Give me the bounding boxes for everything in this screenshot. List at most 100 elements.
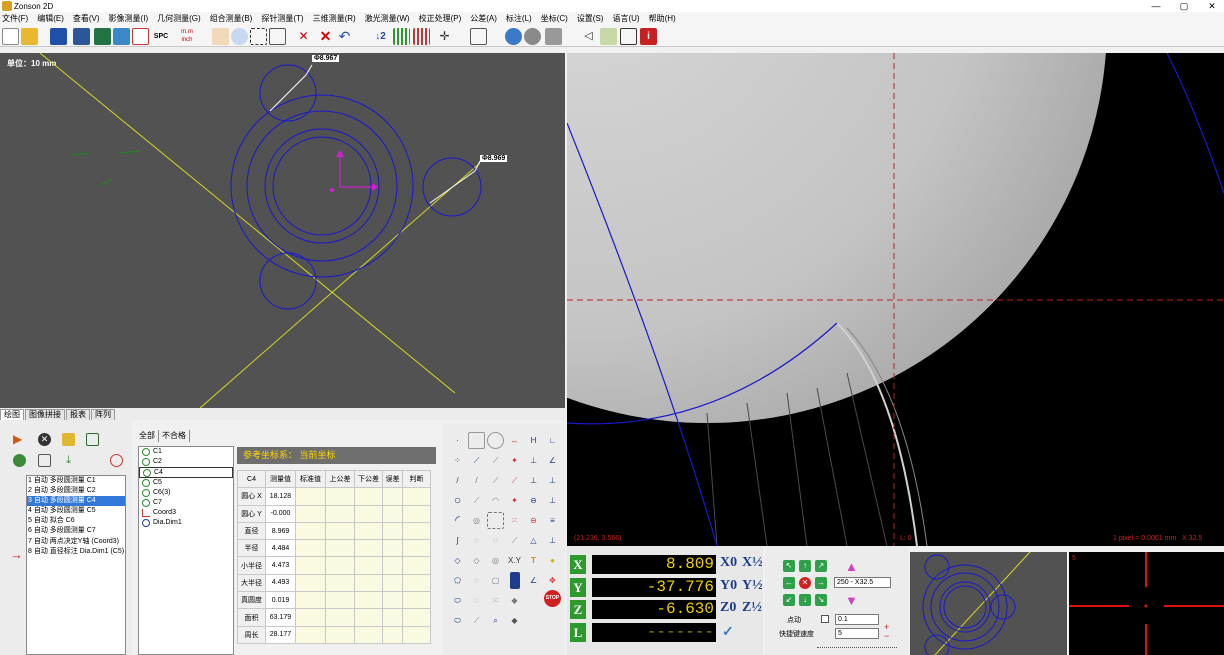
import-icon[interactable]: ⤓ (62, 454, 75, 467)
save-icon[interactable] (50, 28, 67, 45)
line-edge-icon[interactable]: / (468, 472, 485, 489)
menu-combined-measure[interactable]: 组合测量(B) (210, 13, 253, 24)
midline-icon[interactable]: ⊥ (525, 472, 542, 489)
list-item[interactable]: 5 自动 拟合 C6 (27, 516, 125, 526)
excel-export-icon[interactable] (94, 28, 111, 45)
ellipse-tool-icon[interactable]: ⬭ (449, 592, 466, 609)
back-arrow-icon[interactable]: ◁ (580, 28, 597, 45)
circle-tool-icon[interactable]: ○ (449, 492, 466, 509)
y-zero-button[interactable]: Y0 (720, 578, 737, 594)
move-icon[interactable]: ✥ (544, 572, 561, 589)
zoom-select[interactable]: 250 - X32.5 (834, 577, 891, 588)
sequence-icon[interactable]: ↓2 (372, 28, 389, 45)
edge-tool-icon[interactable]: ⟋ (487, 452, 504, 469)
step-checkbox[interactable] (821, 615, 829, 623)
minimize-button[interactable]: — (1142, 0, 1170, 12)
polygon-edge-icon[interactable]: ◇ (468, 552, 485, 569)
edit-icon[interactable] (38, 454, 51, 467)
list-item[interactable]: Coord3 (139, 508, 233, 518)
menu-annotate[interactable]: 标注(L) (506, 13, 532, 24)
list-item[interactable]: C6(3) (139, 488, 233, 498)
probe-icon[interactable] (545, 28, 562, 45)
diameter-tool-icon[interactable]: ⊖ (525, 512, 542, 529)
tab-image-stitch[interactable]: 图像拼接 (25, 409, 65, 420)
list-item[interactable]: C1 (139, 447, 233, 457)
jog-down-right-icon[interactable]: ↘ (815, 594, 827, 606)
slant-tool-icon[interactable]: ⟋ (506, 532, 523, 549)
align-icon[interactable] (620, 28, 637, 45)
jog-stop-icon[interactable]: ✕ (799, 577, 811, 589)
arc-tool-icon[interactable]: ◜ (449, 512, 466, 529)
stop-icon[interactable]: ✕ (38, 433, 51, 446)
batch-icon[interactable] (62, 433, 75, 446)
points-tool-icon[interactable]: ⁘ (449, 452, 466, 469)
tab-drawing[interactable]: 绘图 (0, 409, 24, 420)
text-tool-button[interactable]: T (525, 552, 542, 569)
perpendicular-icon[interactable]: ⊥ (525, 452, 542, 469)
globe-icon[interactable] (505, 28, 522, 45)
list-item[interactable]: 7 自动 两点决定Y轴 (Coord3) (27, 537, 125, 547)
maximize-button[interactable]: ▢ (1170, 0, 1198, 12)
jog-down-left-icon[interactable]: ↙ (783, 594, 795, 606)
grid-icon[interactable] (393, 28, 410, 45)
z-zero-button[interactable]: Z0 (720, 600, 736, 616)
symmetry-icon[interactable]: ⊥ (544, 472, 561, 489)
circle-center-icon[interactable]: ✦ (506, 492, 523, 509)
arc-auto-icon[interactable]: ◠ (487, 492, 504, 509)
corner-angle-icon[interactable]: ∟ (544, 432, 561, 449)
dimension-label-2[interactable]: Φ8.969 (480, 155, 508, 162)
list-item[interactable]: Dia.Dim1 (139, 518, 233, 528)
z-up-icon[interactable]: ▲ (845, 559, 858, 574)
menu-help[interactable]: 帮助(H) (649, 13, 676, 24)
x-half-button[interactable]: X½ (742, 555, 763, 571)
point-tool-icon[interactable]: · (449, 432, 466, 449)
probe-point-icon[interactable]: ◆ (506, 592, 523, 609)
circle-edge-icon[interactable]: ⟋ (468, 492, 485, 509)
ellipse-edge-icon[interactable]: ◌ (468, 532, 485, 549)
list-item[interactable]: 2 自动 多段圆测量 C2 (27, 486, 125, 496)
undo-icon[interactable]: ↶ (336, 28, 353, 45)
info-icon[interactable]: i (640, 28, 657, 45)
list-item[interactable]: C7 (139, 498, 233, 508)
angle-tool-icon[interactable] (468, 432, 485, 449)
z-down-icon[interactable]: ▼ (845, 593, 858, 608)
jog-right-icon[interactable]: → (815, 577, 827, 589)
target-icon[interactable] (110, 454, 123, 467)
stack-tool-icon[interactable]: ≡ (544, 512, 561, 529)
search-tool-icon[interactable]: ⌕ (487, 612, 504, 629)
table-row[interactable]: 真圆度 0.019 (237, 591, 431, 610)
template-match-icon[interactable]: ◆ (506, 612, 523, 629)
intersect-icon[interactable]: ✦ (506, 452, 523, 469)
mm-inch-toggle[interactable]: m.m inch (176, 28, 198, 45)
zoom-window-icon[interactable] (250, 28, 267, 45)
zoom-icon[interactable] (231, 28, 248, 45)
polygon-tool-icon[interactable]: ◇ (449, 552, 466, 569)
menu-language[interactable]: 语言(U) (612, 13, 639, 24)
line-fit-icon[interactable]: ⟋ (468, 452, 485, 469)
contour-icon[interactable]: ◌ (487, 532, 504, 549)
dimension-label-1[interactable]: Φ8.967 (312, 55, 340, 62)
menu-edit[interactable]: 编辑(E) (37, 13, 64, 24)
table-row[interactable]: 大半径 4.493 (237, 573, 431, 593)
spc-button[interactable]: SPC (151, 28, 171, 45)
pdf-export-icon[interactable] (132, 28, 149, 45)
blob-tool-icon[interactable]: ◎ (487, 552, 504, 569)
jog-down-icon[interactable]: ↓ (799, 594, 811, 606)
image-icon[interactable] (600, 28, 617, 45)
tab-array[interactable]: 阵列 (91, 409, 115, 420)
offset-icon[interactable]: ⊥ (544, 492, 561, 509)
y-half-button[interactable]: Y½ (742, 578, 763, 594)
cad-overview[interactable] (910, 552, 1067, 655)
slot-edge-icon[interactable]: ⟋ (468, 612, 485, 629)
menu-tolerance[interactable]: 公差(A) (470, 13, 497, 24)
curve-tool-icon[interactable]: ∫ (449, 532, 466, 549)
ring-tool-icon[interactable]: ◎ (468, 512, 485, 529)
menu-3d-measure[interactable]: 三维测量(R) (313, 13, 356, 24)
menu-settings[interactable]: 设置(S) (577, 13, 604, 24)
jog-up-left-icon[interactable]: ↖ (783, 560, 795, 572)
slot-shape-icon[interactable]: ⬭ (449, 612, 466, 629)
stop-button[interactable]: STOP (544, 590, 561, 607)
jog-up-right-icon[interactable]: ↗ (815, 560, 827, 572)
speed-select[interactable]: 5 (835, 628, 879, 639)
line-tool-icon[interactable]: / (449, 472, 466, 489)
